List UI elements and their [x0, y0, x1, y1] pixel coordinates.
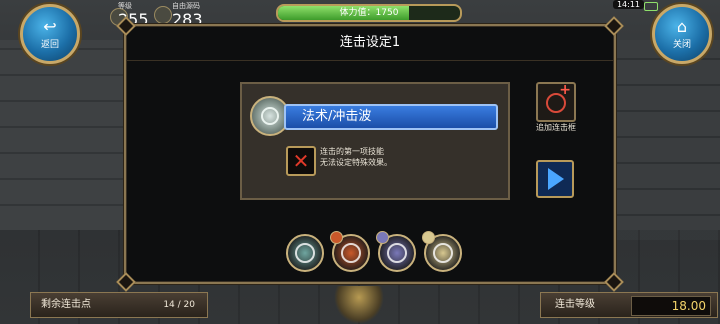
home-icon: ⌂ — [676, 16, 688, 36]
combo-level-bar: 连击等级 18.00 — [540, 292, 718, 318]
resource-caption: 自由源码 — [172, 2, 200, 10]
stamina-label: 体力值：1750 — [339, 8, 399, 18]
warning-line-2: 无法设定特殊效果。 — [320, 158, 392, 167]
combo-settings-dialog: 连击设定1 法术/冲击波 ✕ 连击的第一项技能 无法设定特殊效果。 + 追加连击… — [116, 16, 624, 292]
effect-badge-icon — [330, 231, 343, 244]
back-button[interactable]: ↩ 返回 — [20, 4, 80, 64]
plus-icon: + — [559, 82, 571, 98]
back-button-label: 返回 — [40, 39, 59, 50]
warning-text: 连击的第一项技能 无法设定特殊效果。 — [320, 146, 392, 168]
return-arrow-icon: ↩ — [43, 16, 57, 36]
stone-wall-left — [0, 40, 130, 230]
play-arrow-button[interactable] — [536, 160, 574, 198]
combo-level-value: 18.00 — [631, 296, 711, 316]
add-combo-button[interactable]: + — [536, 82, 576, 122]
remaining-combo-points-bar: 剩余连击点 14 / 20 — [30, 292, 208, 318]
skill-glyph-icon — [387, 243, 407, 263]
remaining-points-label: 剩余连击点 — [41, 299, 91, 310]
disabled-effect-icon: ✕ — [286, 146, 316, 176]
stone-wall-right — [610, 40, 720, 240]
add-combo-label: 追加连击框 — [536, 123, 576, 132]
skill-select-bar[interactable]: 法术/冲击波 — [284, 104, 498, 130]
skill-glyph-icon — [295, 243, 315, 263]
skill-panel: 法术/冲击波 ✕ 连击的第一项技能 无法设定特殊效果。 — [240, 82, 510, 200]
warning-line-1: 连击的第一项技能 — [320, 147, 384, 156]
level-caption: 等级 — [118, 2, 132, 10]
stamina-bar: 体力值：1750 — [276, 4, 462, 22]
combo-skill-3-icon[interactable] — [376, 231, 416, 272]
skill-glyph-icon — [433, 243, 453, 263]
clock-display: 14:11 — [612, 0, 644, 9]
player-character — [334, 286, 384, 324]
combo-skill-2-icon[interactable] — [330, 231, 370, 272]
dialog-title: 连击设定1 — [126, 26, 614, 61]
remaining-points-value: 14 / 20 — [163, 300, 195, 310]
battery-icon — [644, 2, 658, 11]
close-button-label: 关闭 — [672, 39, 691, 50]
effect-badge-icon — [422, 231, 435, 244]
combo-skill-4-icon[interactable] — [422, 231, 462, 272]
resource-icon — [154, 6, 172, 24]
effect-badge-icon — [376, 231, 389, 244]
skill-glyph-icon — [341, 243, 361, 263]
combo-level-label: 连击等级 — [555, 299, 595, 310]
close-button[interactable]: ⌂ 关闭 — [652, 4, 712, 64]
combo-skill-1-icon[interactable] — [286, 234, 324, 272]
